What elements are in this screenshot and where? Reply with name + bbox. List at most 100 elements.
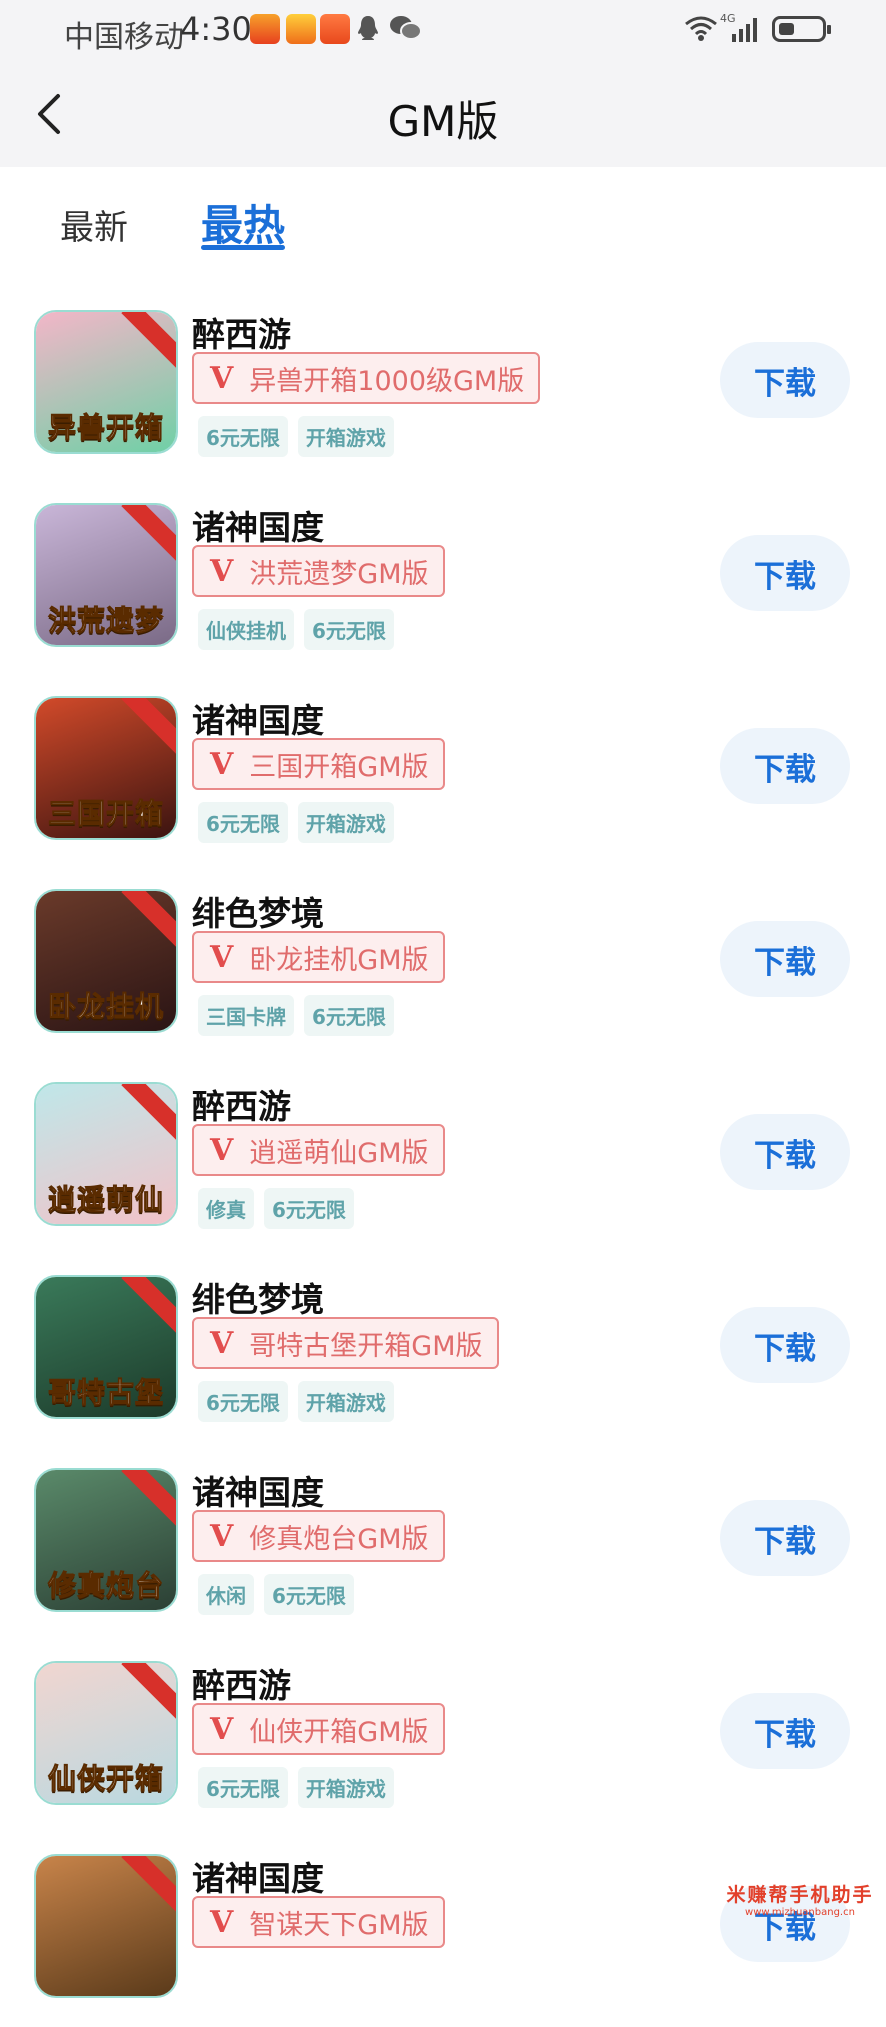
game-icon[interactable]: 哥特古堡: [34, 1275, 178, 1419]
tab-latest[interactable]: 最新: [60, 200, 128, 249]
game-tag: 6元无限: [304, 995, 394, 1036]
game-name: 智谋天下GM版: [249, 1909, 429, 1941]
game-name: 逍遥萌仙GM版: [249, 1137, 429, 1169]
game-list-item[interactable]: 卧龙挂机 绯色梦境 V 卧龙挂机GM版 三国卡牌 6元无限 下载: [0, 869, 886, 1062]
game-name-badge[interactable]: V 修真炮台GM版: [192, 1510, 445, 1562]
game-tag: 开箱游戏: [297, 1381, 394, 1422]
app-notification-icon: [320, 14, 350, 44]
publisher-name: 绯色梦境: [192, 1280, 324, 1319]
v-badge-icon: V: [210, 746, 234, 782]
game-name: 异兽开箱1000级GM版: [249, 365, 525, 397]
game-name-badge[interactable]: V 智谋天下GM版: [192, 1896, 445, 1948]
game-tag: 开箱游戏: [297, 416, 394, 457]
v-badge-icon: V: [210, 1132, 234, 1168]
download-button[interactable]: 下载: [720, 1114, 850, 1190]
game-name-badge[interactable]: V 卧龙挂机GM版: [192, 931, 445, 983]
game-icon-title: 逍遥萌仙: [47, 1183, 164, 1217]
v-badge-icon: V: [210, 553, 234, 589]
carrier-label: 中国移动: [64, 20, 184, 55]
signal-icon: [732, 18, 757, 42]
game-tag: 三国卡牌: [198, 995, 294, 1036]
tag-list: 仙侠挂机 6元无限: [198, 609, 394, 650]
game-name-badge[interactable]: V 哥特古堡开箱GM版: [192, 1317, 499, 1369]
tab-hottest[interactable]: 最热: [201, 192, 285, 253]
v-badge-icon: V: [210, 1904, 234, 1940]
watermark: 米赚帮手机助手 www.mizhuanbang.cn: [720, 1880, 880, 1918]
v-badge-icon: V: [210, 939, 234, 975]
publisher-name: 醉西游: [192, 315, 291, 354]
game-list-item[interactable]: 三国开箱 诸神国度 V 三国开箱GM版 6元无限 开箱游戏 下载: [0, 676, 886, 869]
game-list-item[interactable]: 异兽开箱 醉西游 V 异兽开箱1000级GM版 6元无限 开箱游戏 下载: [0, 290, 886, 483]
game-list-item[interactable]: 洪荒遗梦 诸神国度 V 洪荒遗梦GM版 仙侠挂机 6元无限 下载: [0, 483, 886, 676]
v-badge-icon: V: [210, 360, 234, 396]
game-tag: 6元无限: [304, 609, 394, 650]
game-tag: 6元无限: [198, 1381, 288, 1422]
tag-list: 6元无限 开箱游戏: [198, 416, 394, 457]
download-button[interactable]: 下载: [720, 535, 850, 611]
game-icon-title: 卧龙挂机: [47, 990, 164, 1024]
game-icon[interactable]: 洪荒遗梦: [34, 503, 178, 647]
publisher-name: 醉西游: [192, 1087, 291, 1126]
game-icon[interactable]: 卧龙挂机: [34, 889, 178, 1033]
qq-icon: [358, 16, 378, 40]
game-list-item[interactable]: 修真炮台 诸神国度 V 修真炮台GM版 休闲 6元无限 下载: [0, 1448, 886, 1641]
game-icon-title: 仙侠开箱: [47, 1762, 164, 1796]
game-tag: 开箱游戏: [297, 802, 394, 843]
download-button[interactable]: 下载: [720, 1307, 850, 1383]
game-name: 卧龙挂机GM版: [249, 944, 429, 976]
game-tag: 6元无限: [264, 1574, 354, 1615]
game-icon-title: 三国开箱: [47, 797, 164, 831]
battery-icon: [772, 16, 831, 42]
app-notification-icon: [286, 14, 316, 44]
publisher-name: 醉西游: [192, 1666, 291, 1705]
game-list-item[interactable]: 哥特古堡 绯色梦境 V 哥特古堡开箱GM版 6元无限 开箱游戏 下载: [0, 1255, 886, 1448]
game-tag: 开箱游戏: [297, 1767, 394, 1808]
tag-list: 修真 6元无限: [198, 1188, 354, 1229]
game-icon[interactable]: [34, 1854, 178, 1998]
watermark-url: www.mizhuanbang.cn: [745, 1907, 855, 1918]
download-button[interactable]: 下载: [720, 1500, 850, 1576]
publisher-name: 诸神国度: [192, 1473, 324, 1512]
tag-list: 6元无限 开箱游戏: [198, 802, 394, 843]
clock: 4:30: [180, 10, 252, 48]
game-tag: 仙侠挂机: [198, 609, 294, 650]
game-list-item[interactable]: 逍遥萌仙 醉西游 V 逍遥萌仙GM版 修真 6元无限 下载: [0, 1062, 886, 1255]
wifi-icon: [685, 16, 717, 41]
v-badge-icon: V: [210, 1711, 234, 1747]
download-button[interactable]: 下载: [720, 921, 850, 997]
wechat-icon: [390, 16, 422, 40]
v-badge-icon: V: [210, 1325, 234, 1361]
game-tag: 6元无限: [198, 802, 288, 843]
page-title: GM版: [387, 97, 499, 146]
game-name: 仙侠开箱GM版: [249, 1716, 429, 1748]
tag-list: 6元无限 开箱游戏: [198, 1381, 394, 1422]
game-name: 修真炮台GM版: [249, 1523, 429, 1555]
game-name: 三国开箱GM版: [249, 751, 429, 783]
game-icon[interactable]: 仙侠开箱: [34, 1661, 178, 1805]
game-name-badge[interactable]: V 仙侠开箱GM版: [192, 1703, 445, 1755]
game-icon-title: 异兽开箱: [47, 411, 164, 445]
active-tab-indicator: [201, 245, 285, 250]
download-button[interactable]: 下载: [720, 342, 850, 418]
game-name-badge[interactable]: V 三国开箱GM版: [192, 738, 445, 790]
tag-list: 三国卡牌 6元无限: [198, 995, 394, 1036]
download-button[interactable]: 下载: [720, 728, 850, 804]
tag-list: 休闲 6元无限: [198, 1574, 354, 1615]
game-icon[interactable]: 逍遥萌仙: [34, 1082, 178, 1226]
publisher-name: 绯色梦境: [192, 894, 324, 933]
game-icon[interactable]: 修真炮台: [34, 1468, 178, 1612]
game-icon[interactable]: 三国开箱: [34, 696, 178, 840]
game-icon-title: 修真炮台: [47, 1569, 164, 1603]
download-button[interactable]: 下载: [720, 1693, 850, 1769]
game-name-badge[interactable]: V 逍遥萌仙GM版: [192, 1124, 445, 1176]
game-name-badge[interactable]: V 洪荒遗梦GM版: [192, 545, 445, 597]
game-list-item[interactable]: 诸神国度 V 智谋天下GM版 下载: [0, 1834, 886, 2027]
game-name-badge[interactable]: V 异兽开箱1000级GM版: [192, 352, 541, 404]
game-list-item[interactable]: 仙侠开箱 醉西游 V 仙侠开箱GM版 6元无限 开箱游戏 下载: [0, 1641, 886, 1834]
top-bar: 中国移动 4:30 4G GM版: [0, 0, 886, 167]
game-tag: 修真: [198, 1188, 254, 1229]
publisher-name: 诸神国度: [192, 508, 324, 547]
game-tag: 休闲: [198, 1574, 254, 1615]
game-name: 哥特古堡开箱GM版: [249, 1330, 483, 1362]
game-icon[interactable]: 异兽开箱: [34, 310, 178, 454]
